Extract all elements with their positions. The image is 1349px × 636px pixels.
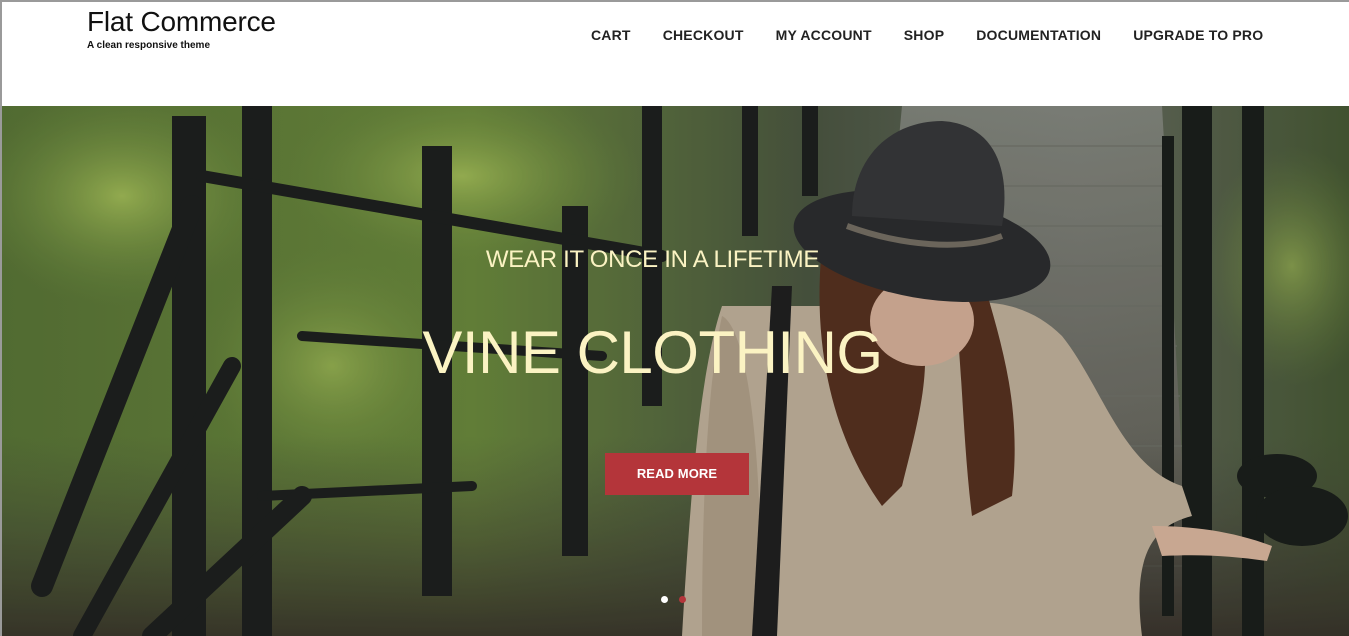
slider-pagination bbox=[661, 596, 686, 603]
nav-item-shop[interactable]: SHOP bbox=[904, 26, 944, 44]
hero-slider: WEAR IT ONCE IN A LIFETIME VINE CLOTHING… bbox=[2, 106, 1349, 636]
brand: Flat Commerce A clean responsive theme bbox=[87, 4, 276, 52]
hero-title: VINE CLOTHING bbox=[422, 319, 883, 386]
browser-frame: Flat Commerce A clean responsive theme C… bbox=[0, 0, 1349, 636]
site-title-link[interactable]: Flat Commerce bbox=[87, 4, 276, 40]
hero-subtitle: WEAR IT ONCE IN A LIFETIME bbox=[485, 246, 820, 273]
slider-dot-1[interactable] bbox=[661, 596, 668, 603]
nav-item-my-account[interactable]: MY ACCOUNT bbox=[776, 26, 872, 44]
nav-item-cart[interactable]: CART bbox=[591, 26, 631, 44]
nav-item-documentation[interactable]: DOCUMENTATION bbox=[976, 26, 1101, 44]
site-tagline: A clean responsive theme bbox=[87, 40, 211, 51]
nav-item-upgrade-to-pro[interactable]: UPGRADE TO PRO bbox=[1133, 26, 1263, 44]
slider-dot-2[interactable] bbox=[679, 596, 686, 603]
nav-item-checkout[interactable]: CHECKOUT bbox=[663, 26, 744, 44]
read-more-button[interactable]: READ MORE bbox=[605, 453, 749, 495]
main-navigation: CART CHECKOUT MY ACCOUNT SHOP DOCUMENTAT… bbox=[591, 26, 1263, 44]
site-header: Flat Commerce A clean responsive theme C… bbox=[2, 2, 1349, 106]
